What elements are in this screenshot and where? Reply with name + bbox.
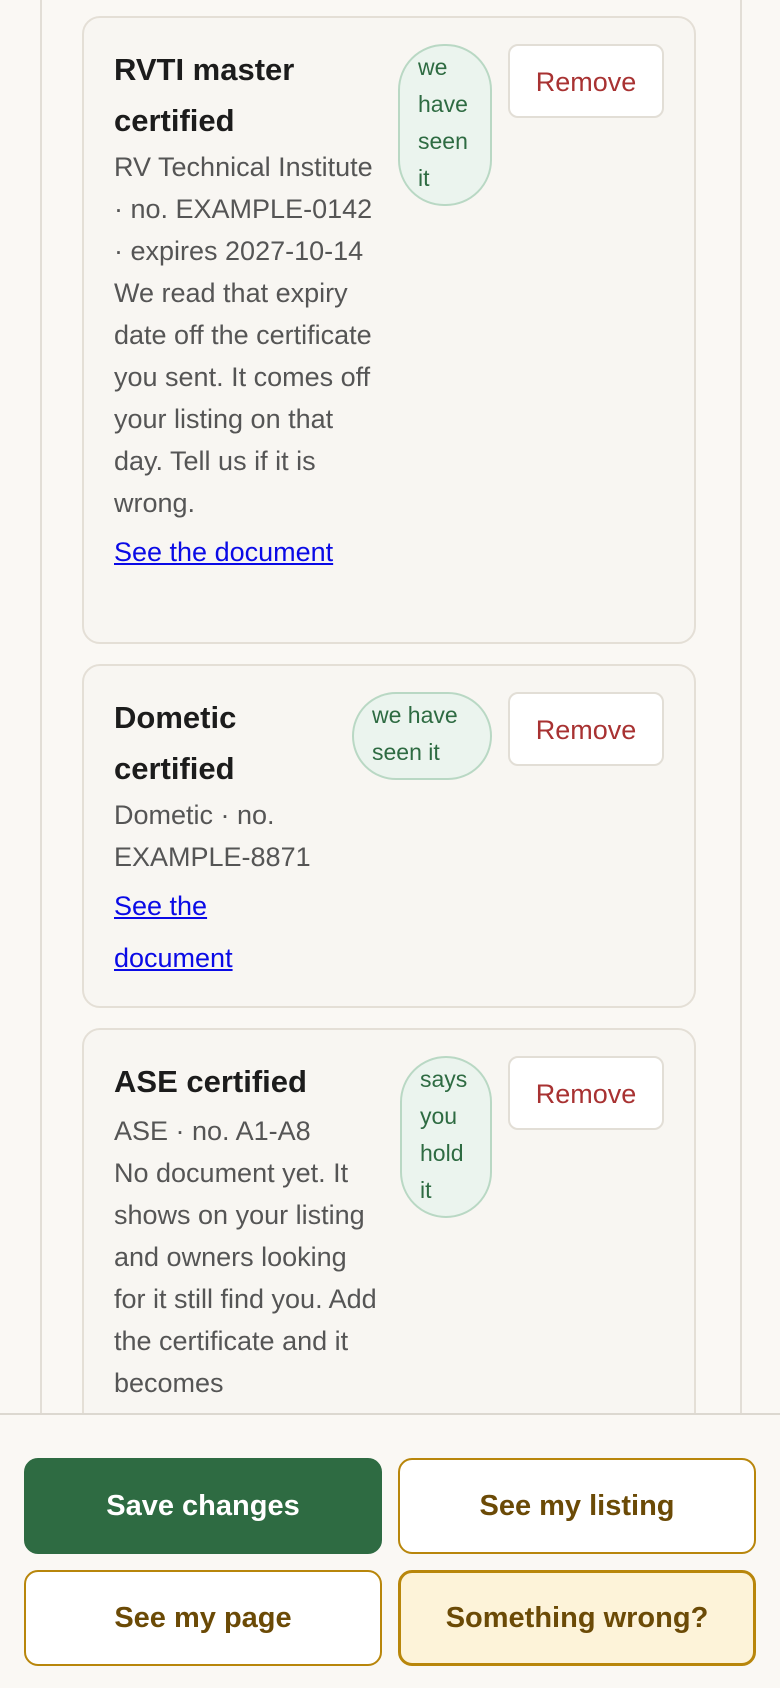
no-document-note: No document yet. It shows on your listin… [114,1158,377,1398]
issuer-line: Dometic · no. EXAMPLE-8871 [114,800,311,872]
remove-button[interactable]: Remove [508,1056,664,1130]
expiry-note: We read that expiry date off the certifi… [114,278,372,518]
certification-title: ASE certified [114,1064,307,1099]
certification-details: Dometic · no. EXAMPLE-8871 See the docum… [114,794,326,984]
certification-card-rvti: RVTI master certified we have seen it Re… [82,16,696,644]
certification-details: RV Technical Institute · no. EXAMPLE-014… [114,146,374,578]
action-footer: Save changes See my listing See my page … [0,1413,780,1688]
certification-details: ASE · no. A1-A8 No document yet. It show… [114,1110,378,1404]
issuer-line: ASE · no. A1-A8 [114,1116,311,1146]
certifications-screen: RVTI master certified we have seen it Re… [0,0,780,1688]
certification-card-dometic: Dometic certified we have seen it Remove… [82,664,696,1008]
see-document-link[interactable]: See the document [114,526,333,578]
see-my-listing-button[interactable]: See my listing [398,1458,756,1554]
issuer-line: RV Technical Institute · no. EXAMPLE-014… [114,152,373,266]
something-wrong-button[interactable]: Something wrong? [398,1570,756,1666]
save-changes-button[interactable]: Save changes [24,1458,382,1554]
certification-title: RVTI master certified [114,52,295,138]
remove-button[interactable]: Remove [508,692,664,766]
see-document-link[interactable]: See the document [114,880,326,984]
see-my-page-button[interactable]: See my page [24,1570,382,1666]
verified-badge: we have seen it [352,692,492,780]
remove-button[interactable]: Remove [508,44,664,118]
verified-badge: we have seen it [398,44,492,206]
self-declared-badge: says you hold it [400,1056,492,1218]
certification-title: Dometic certified [114,700,237,786]
